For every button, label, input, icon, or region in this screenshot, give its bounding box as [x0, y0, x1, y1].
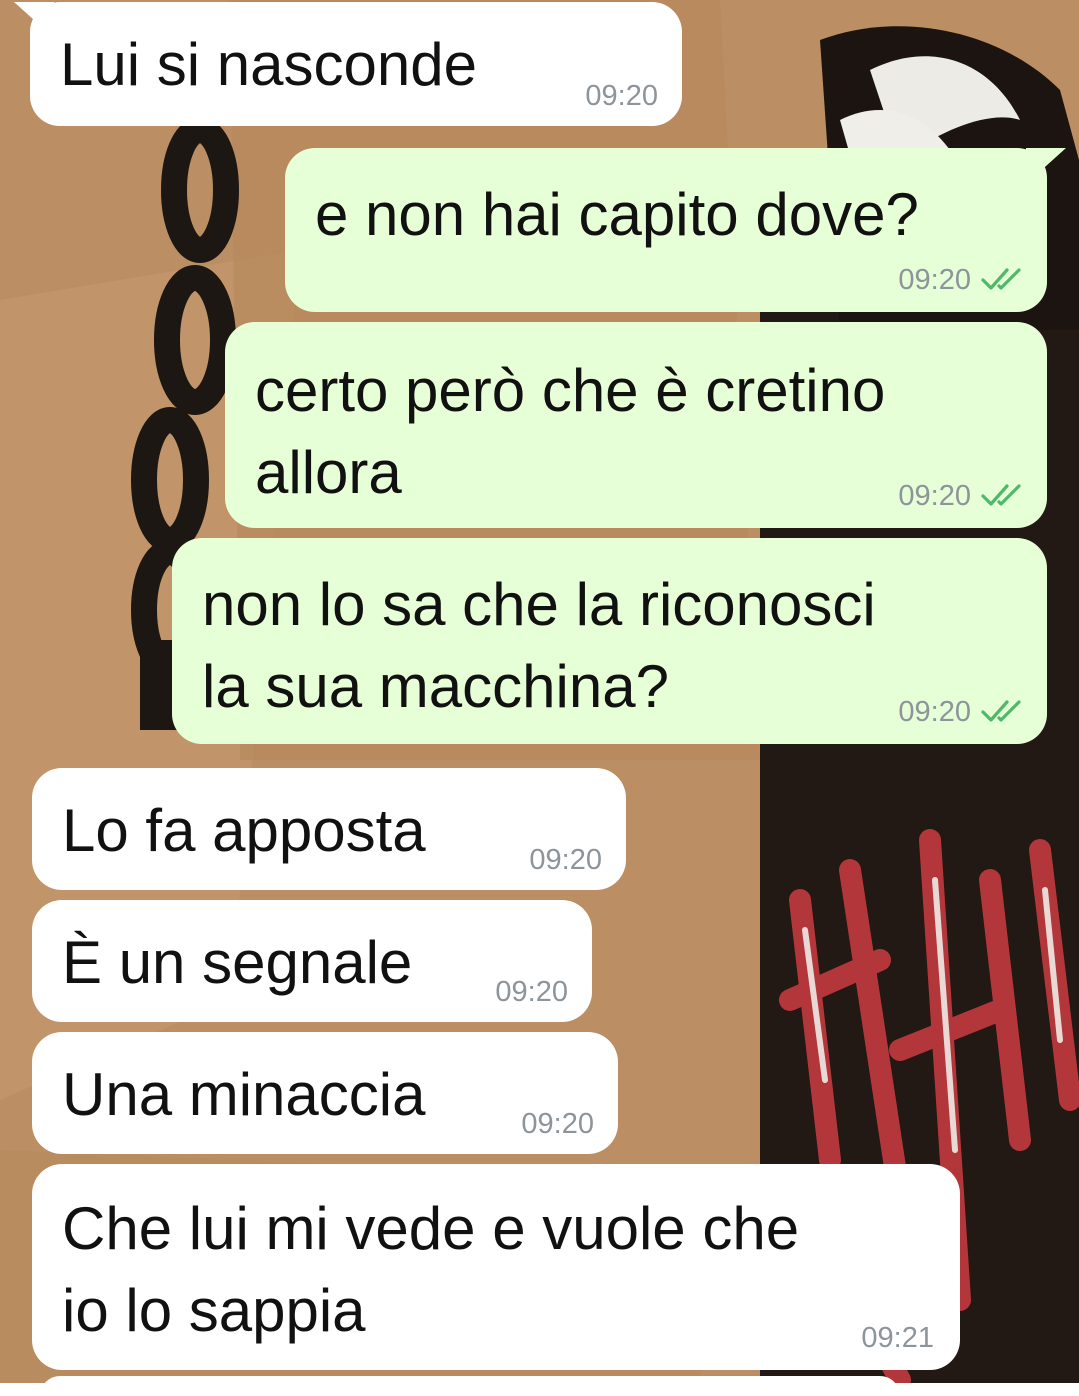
double-check-icon [981, 268, 1021, 290]
message-text: Lo fa apposta [62, 797, 426, 864]
message-timestamp: 09:20 [898, 480, 971, 512]
incoming-message[interactable]: È un segnale 09:20 [32, 900, 592, 1022]
outgoing-message[interactable]: non lo sa che la riconosci la sua macchi… [172, 538, 1047, 744]
incoming-message[interactable]: Lui si nasconde 09:20 [30, 2, 682, 126]
message-text: e non hai capito dove? [315, 181, 919, 248]
message-text: non lo sa che la riconosci la sua macchi… [202, 571, 876, 720]
message-timestamp: 09:20 [898, 264, 971, 296]
message-text: Una minaccia [62, 1061, 426, 1128]
double-check-icon [981, 484, 1021, 506]
message-timestamp: 09:20 [495, 976, 568, 1008]
message-timestamp: 09:20 [585, 80, 658, 112]
incoming-message[interactable]: Lo fa apposta 09:20 [32, 768, 626, 890]
next-message-edge [40, 1376, 900, 1396]
incoming-message[interactable]: Che lui mi vede e vuole che io lo sappia… [32, 1164, 960, 1370]
outgoing-message[interactable]: e non hai capito dove? 09:20 [285, 148, 1047, 312]
incoming-message[interactable]: Una minaccia 09:20 [32, 1032, 618, 1154]
message-timestamp: 09:20 [529, 844, 602, 876]
message-text: Lui si nasconde [60, 31, 477, 98]
message-timestamp: 09:20 [521, 1108, 594, 1140]
outgoing-message[interactable]: certo però che è cretino allora 09:20 [225, 322, 1047, 528]
double-check-icon [981, 700, 1021, 722]
message-timestamp: 09:20 [898, 696, 971, 728]
message-text: È un segnale [62, 929, 413, 996]
message-text: certo però che è cretino allora [255, 357, 886, 506]
message-timestamp: 09:21 [861, 1322, 934, 1354]
message-text: Che lui mi vede e vuole che io lo sappia [62, 1195, 800, 1344]
